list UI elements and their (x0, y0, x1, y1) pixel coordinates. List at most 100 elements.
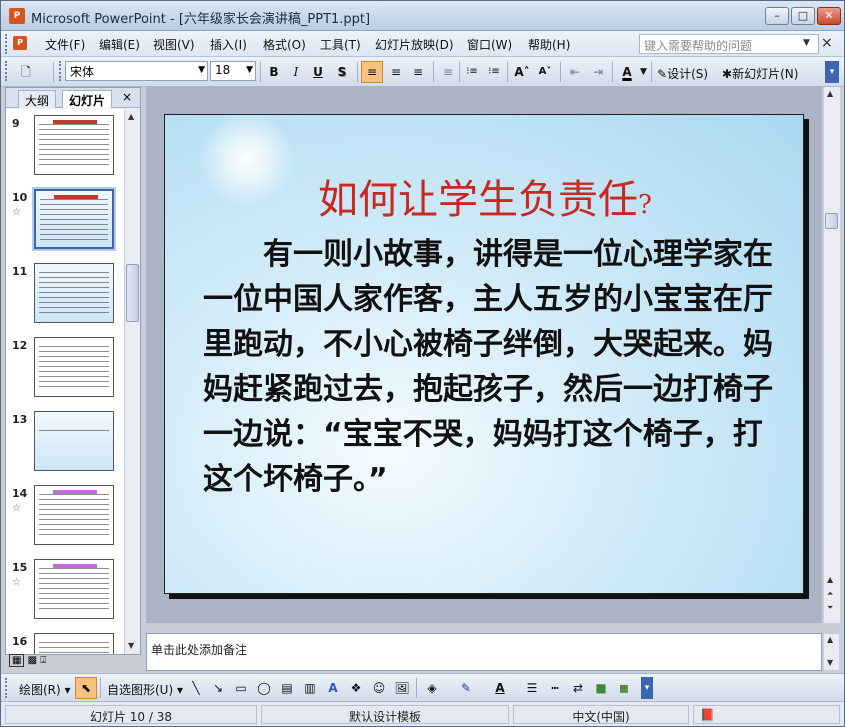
document-icon[interactable]: P (13, 36, 27, 50)
thumbnail-row[interactable]: 11 (6, 261, 124, 333)
textbox-icon[interactable]: ▤ (276, 677, 298, 699)
current-slide[interactable]: 如何让学生负责任? 有一则小故事，讲得是一位心理学家在一位中国人家作客，主人五岁… (164, 114, 804, 594)
notes-pane[interactable]: 单击此处添加备注 (146, 633, 822, 671)
shrink-font-button[interactable]: A˅ (534, 61, 556, 83)
rectangle-icon[interactable]: ▭ (230, 677, 252, 699)
toolbar-grip-handle[interactable] (59, 61, 62, 81)
notes-scrollbar[interactable]: ▲ ▼ (823, 633, 840, 671)
next-slide-icon[interactable]: ⏷ (827, 603, 833, 613)
menu-grip-handle[interactable] (5, 34, 8, 54)
line-color-icon[interactable]: ✎ (455, 677, 477, 699)
toolbar-options-button[interactable]: ▾ (825, 61, 839, 83)
maximize-button[interactable]: □ (791, 7, 815, 25)
scroll-down-icon[interactable]: ▼ (128, 641, 134, 650)
slide-sorter-view-icon[interactable]: ▩ (28, 655, 37, 666)
new-slide-button[interactable]: ✱新幻灯片(N) (722, 65, 798, 82)
menu-insert[interactable]: 插入(I) (210, 36, 247, 53)
pane-close-button[interactable]: × (122, 90, 132, 104)
scroll-up-icon[interactable]: ▲ (128, 112, 134, 121)
menu-window[interactable]: 窗口(W) (467, 36, 512, 53)
arrow-style-icon[interactable]: ⇄ (567, 677, 589, 699)
slide-thumbnail-selected[interactable] (34, 189, 114, 249)
spelling-status[interactable]: 📕 (693, 705, 840, 724)
slideshow-view-icon[interactable]: ⍗ (40, 655, 46, 666)
new-document-icon[interactable]: 🗋 (15, 61, 37, 83)
align-center-button[interactable]: ≡ (385, 61, 407, 83)
autoshapes-menu-button[interactable]: 自选图形(U) ▾ (107, 681, 183, 698)
slide-scrollbar[interactable]: ▲ ▲ ⏶ ⏷ (823, 87, 840, 623)
tab-outline[interactable]: 大纲 (18, 90, 57, 108)
title-bar[interactable]: P Microsoft PowerPoint - [六年级家长会演讲稿_PPT1… (1, 1, 844, 31)
italic-button[interactable]: I (285, 61, 307, 83)
slide-thumbnail[interactable] (34, 263, 114, 323)
thumbnail-row[interactable]: 9 (6, 113, 124, 185)
slide-thumbnail[interactable] (34, 559, 114, 619)
vertical-textbox-icon[interactable]: ▥ (299, 677, 321, 699)
scroll-thumb[interactable] (825, 213, 838, 229)
scroll-up-icon[interactable]: ▲ (827, 635, 833, 644)
align-left-button[interactable]: ≡ (361, 61, 383, 83)
shadow-style-icon[interactable]: ■ (590, 677, 612, 699)
menu-file[interactable]: 文件(F) (45, 36, 85, 53)
slide-body-text[interactable]: 有一则小故事，讲得是一位心理学家在一位中国人家作客，主人五岁的小宝宝在厅里跑动，… (203, 232, 773, 502)
font-color-icon[interactable]: A (489, 677, 511, 699)
shadow-button[interactable]: S (331, 61, 353, 83)
menu-edit[interactable]: 编辑(E) (99, 36, 140, 53)
clipart-icon[interactable]: ☺ (368, 677, 390, 699)
font-color-button[interactable]: A (616, 61, 638, 83)
insert-picture-icon[interactable]: 🖼 (391, 677, 413, 699)
thumbnail-row[interactable]: 10 ☆ (6, 187, 124, 259)
arrow-icon[interactable]: ↘ (207, 677, 229, 699)
decrease-indent-button[interactable]: ⇤ (564, 61, 586, 83)
line-style-icon[interactable]: ☰ (521, 677, 543, 699)
distributed-align-button[interactable]: ≡ (437, 61, 459, 83)
thumbnail-row[interactable]: 12 (6, 335, 124, 407)
menu-help[interactable]: 帮助(H) (528, 36, 570, 53)
align-right-button[interactable]: ≡ (407, 61, 429, 83)
slide-thumbnail[interactable] (34, 485, 114, 545)
slide-thumbnail[interactable] (34, 411, 114, 471)
toolbar-grip-handle[interactable] (5, 678, 8, 698)
thumbnail-row[interactable]: 13 (6, 409, 124, 481)
scroll-thumb[interactable] (126, 264, 139, 322)
3d-style-icon[interactable]: ◼ (613, 677, 635, 699)
thumbnail-row[interactable]: 15 ☆ (6, 557, 124, 629)
diagram-icon[interactable]: ❖ (345, 677, 367, 699)
chevron-down-icon[interactable]: ▼ (640, 67, 647, 77)
slide-thumbnail[interactable] (34, 115, 114, 175)
slide-title[interactable]: 如何让学生负责任? (165, 167, 805, 225)
slide-thumbnail[interactable] (34, 337, 114, 397)
select-objects-cursor-icon[interactable]: ⬉ (75, 677, 97, 699)
oval-icon[interactable]: ◯ (253, 677, 275, 699)
bullets-button[interactable]: ⁝≡ (483, 61, 505, 83)
close-button[interactable]: ✕ (817, 7, 841, 25)
dash-style-icon[interactable]: ┅ (544, 677, 566, 699)
menu-format[interactable]: 格式(O) (263, 36, 306, 53)
minimize-button[interactable]: – (765, 7, 789, 25)
scroll-down-icon[interactable]: ▼ (827, 658, 833, 667)
help-search-input[interactable]: 键入需要帮助的问题 (639, 34, 819, 54)
menu-view[interactable]: 视图(V) (153, 36, 195, 53)
toolbar-options-button[interactable]: ▾ (641, 677, 653, 699)
bold-button[interactable]: B (263, 61, 285, 83)
tab-slides[interactable]: 幻灯片 (62, 90, 113, 108)
grow-font-button[interactable]: A˄ (511, 61, 533, 83)
toolbar-grip-handle[interactable] (5, 61, 8, 81)
scroll-up-icon[interactable]: ▲ (827, 89, 833, 98)
underline-button[interactable]: U (307, 61, 329, 83)
thumbnail-row[interactable]: 14 ☆ (6, 483, 124, 555)
previous-slide-icon[interactable]: ⏶ (827, 589, 833, 599)
scroll-up-icon[interactable]: ▲ (827, 575, 833, 584)
fill-color-icon[interactable]: ◈ (421, 677, 443, 699)
powerpoint-app-icon[interactable]: P (9, 8, 25, 24)
increase-indent-button[interactable]: ⇥ (587, 61, 609, 83)
wordart-icon[interactable]: A (322, 677, 344, 699)
menu-slideshow[interactable]: 幻灯片放映(D) (375, 36, 454, 53)
normal-view-icon[interactable]: ▦ (9, 654, 25, 667)
thumbnail-scrollbar[interactable]: ▲ ▼ (124, 109, 140, 654)
font-size-select[interactable]: 18 ▼ (210, 61, 256, 81)
numbering-button[interactable]: ⁝≡ (461, 61, 483, 83)
slide-design-button[interactable]: ✎设计(S) (657, 65, 708, 82)
document-close-button[interactable]: × (821, 35, 833, 51)
draw-menu-button[interactable]: 绘图(R) ▾ (19, 681, 71, 698)
